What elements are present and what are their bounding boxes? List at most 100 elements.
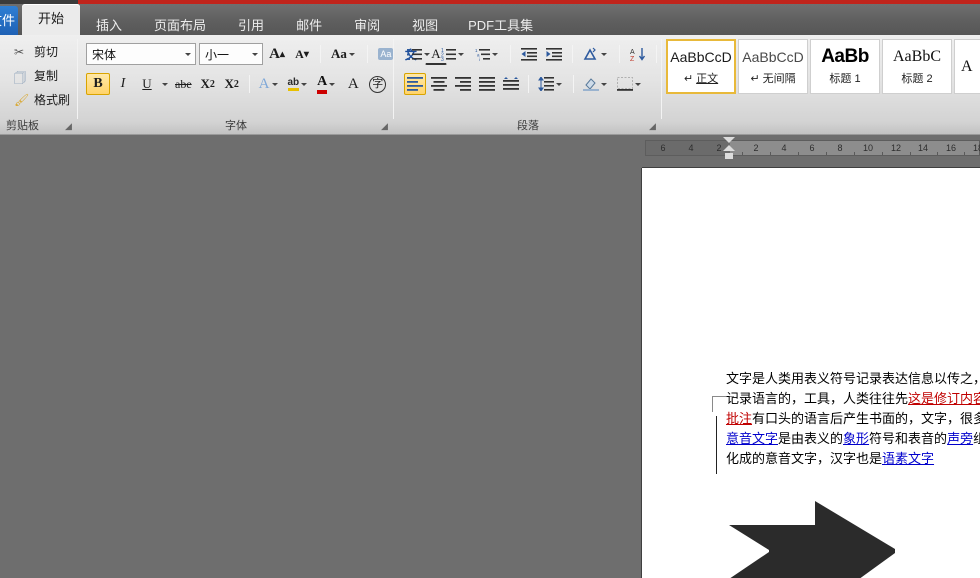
change-case-button[interactable]: Aa: [328, 43, 360, 65]
align-center-button[interactable]: [428, 73, 450, 95]
line-spacing-button[interactable]: [535, 73, 567, 95]
toolbar-separator: [366, 45, 368, 63]
style-card-heading-1[interactable]: AaBb 标题 1: [810, 39, 880, 94]
ribbon-group-paragraph: 1 2 3 1 a i A Z 段落 ◢: [394, 35, 676, 135]
align-right-icon: [455, 77, 471, 91]
sort-icon: A Z: [630, 47, 646, 62]
svg-text:i: i: [479, 57, 480, 62]
superscript-button[interactable]: X2: [221, 73, 243, 95]
chevron-down-icon: [635, 82, 641, 86]
font-size-combo[interactable]: 小一: [199, 43, 263, 65]
paragraph-dialog-launcher[interactable]: ◢: [647, 121, 658, 132]
subscript-icon: X: [200, 76, 210, 91]
char-shading-button[interactable]: A: [342, 73, 364, 95]
bullets-button[interactable]: [404, 43, 435, 65]
font-dialog-launcher[interactable]: ◢: [379, 121, 390, 132]
subscript-button[interactable]: X2: [197, 73, 219, 95]
style-name: 标题 2: [901, 72, 933, 85]
ruler-tick-label: 8: [837, 143, 843, 153]
sort-button[interactable]: A Z: [627, 43, 649, 65]
left-indent-icon: [725, 153, 733, 159]
tab-home[interactable]: 开始: [22, 4, 81, 35]
style-card-no-spacing[interactable]: AaBbCcD ↵ 无间隔: [738, 39, 808, 94]
distribute-button[interactable]: [500, 73, 522, 95]
grow-font-button[interactable]: A ▴: [266, 43, 288, 65]
copy-button[interactable]: 复制: [14, 67, 58, 84]
style-card-heading-2[interactable]: AaBbC 标题 2: [882, 39, 952, 94]
chevron-down-icon: [601, 82, 607, 86]
style-card-partial[interactable]: A: [954, 39, 980, 94]
decrease-indent-button[interactable]: [518, 43, 540, 65]
chevron-down-icon: [301, 82, 308, 86]
chevron-down-icon: [556, 82, 562, 86]
indent-marker[interactable]: [722, 137, 736, 161]
increase-indent-button[interactable]: [543, 43, 565, 65]
style-card-body[interactable]: AaBbCcD ↵ 正文: [666, 39, 736, 94]
ruler-tick-label: 2: [716, 143, 722, 153]
highlight-button[interactable]: ab: [285, 73, 313, 95]
ruler-tick-label: 18: [972, 143, 980, 153]
cut-label: 剪切: [34, 45, 59, 59]
chevron-down-icon[interactable]: [162, 82, 168, 86]
text-effects-button[interactable]: A: [256, 73, 283, 95]
right-arrow-shape[interactable]: [729, 501, 929, 578]
strikethrough-button[interactable]: abe: [172, 73, 195, 95]
word-window: 文件 开始 插入 页面布局 引用 邮件 审阅 视图 PDF工具集 剪切 复制: [0, 0, 980, 578]
svg-text:3: 3: [441, 57, 444, 62]
multilevel-list-icon: 1 a i: [475, 48, 490, 62]
italic-icon: I: [120, 76, 126, 91]
grow-font-icon: A: [269, 45, 280, 62]
align-right-button[interactable]: [452, 73, 474, 95]
style-sample: A: [961, 57, 973, 75]
align-left-button[interactable]: [404, 73, 426, 95]
shrink-font-button[interactable]: A ▾: [291, 43, 313, 65]
style-sample: AaBbCcD: [670, 48, 732, 65]
ruler-tick-label: 10: [862, 143, 874, 153]
chevron-down-icon: [252, 52, 258, 56]
font-name-value: 宋体: [92, 47, 117, 62]
chevron-down-icon: [348, 52, 355, 56]
style-name: ↵ 正文: [683, 72, 719, 85]
align-center-icon: [431, 77, 447, 91]
enclose-char-button[interactable]: 字: [366, 73, 389, 95]
shading-button[interactable]: [580, 73, 612, 95]
cut-button[interactable]: 剪切: [14, 43, 58, 60]
style-name: ↵ 无间隔: [750, 72, 796, 85]
ribbon-tab-strip: 文件 开始 插入 页面布局 引用 邮件 审阅 视图 PDF工具集: [0, 4, 980, 35]
clipboard-dialog-launcher[interactable]: ◢: [63, 121, 74, 132]
strikethrough-icon: abe: [175, 76, 192, 91]
ruler-tick-label: 12: [890, 143, 902, 153]
format-painter-button[interactable]: 格式刷: [14, 91, 70, 108]
toolbar-separator: [510, 45, 511, 63]
pilcrow-icon: ↵: [683, 72, 694, 85]
chevron-down-icon: [271, 82, 278, 86]
justify-button[interactable]: [476, 73, 498, 95]
document-body-text[interactable]: 文字是人类用表义符号记录表达信息以传之，久远 记录语言的，工具，人类往往先这是修…: [726, 370, 980, 470]
asian-layout-button[interactable]: [580, 43, 612, 65]
svg-text:A: A: [630, 49, 635, 56]
toolbar-separator: [656, 45, 657, 63]
enclose-character-icon: 字: [369, 75, 387, 93]
document-page[interactable]: 文字是人类用表义符号记录表达信息以传之，久远 记录语言的，工具，人类往往先这是修…: [642, 168, 980, 578]
font-name-combo[interactable]: 宋体: [86, 43, 196, 65]
bold-button[interactable]: B: [86, 73, 110, 95]
asian-layout-icon: [583, 47, 597, 60]
right-arrow-icon: [729, 501, 895, 578]
numbered-list-icon: 1 2 3: [441, 48, 456, 62]
bold-icon: B: [93, 76, 103, 91]
numbering-button[interactable]: 1 2 3: [438, 43, 469, 65]
revision-change-bar: [716, 416, 717, 474]
tab-file[interactable]: 文件: [0, 6, 18, 35]
underline-button[interactable]: U: [136, 73, 158, 95]
multilevel-list-button[interactable]: 1 a i: [472, 43, 503, 65]
superscript-icon: X: [224, 76, 234, 91]
italic-button[interactable]: I: [112, 73, 134, 95]
ribbon-group-clipboard: 剪切 复制 格式刷 剪贴板 ◢: [0, 35, 78, 135]
scissors-icon: [14, 45, 30, 59]
font-color-button[interactable]: A: [314, 73, 340, 95]
borders-button[interactable]: [614, 73, 646, 95]
horizontal-ruler[interactable]: 6 4 2 2 4 6 8 10 12 14 16 18 20: [645, 140, 980, 156]
chevron-down-icon: [492, 52, 498, 56]
increase-indent-icon: [546, 47, 562, 61]
text-effects-icon: A: [258, 75, 270, 92]
